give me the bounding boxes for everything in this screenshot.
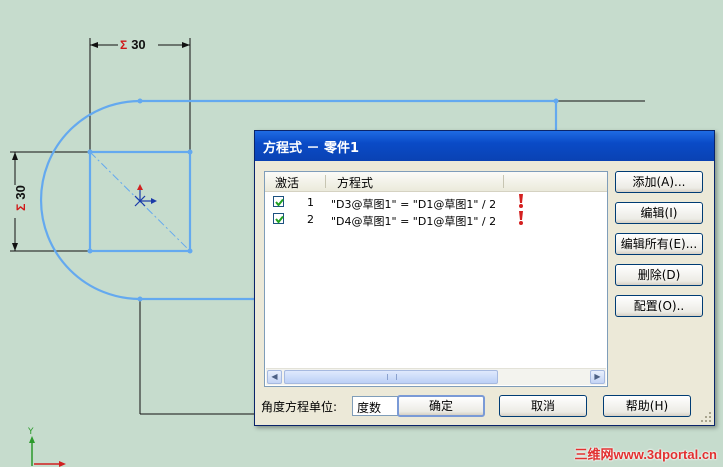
warning-icon — [517, 210, 525, 229]
axis-y-label: Y — [28, 427, 34, 437]
row-index: 2 — [307, 213, 314, 226]
angle-unit-value: 度数 — [357, 401, 382, 415]
check-icon — [275, 198, 284, 207]
equation-row[interactable]: 1 "D3@草图1" = "D1@草图1" / 2 — [265, 194, 607, 211]
watermark: 三维网www.3dportal.cn — [574, 447, 717, 462]
help-button[interactable]: 帮助(H) — [603, 395, 691, 417]
add-button[interactable]: 添加(A)... — [615, 171, 703, 193]
equation-row[interactable]: 2 "D4@草图1" = "D1@草图1" / 2 — [265, 211, 607, 228]
angle-unit-label: 角度方程单位: — [261, 400, 338, 414]
dimension-left[interactable]: Σ 30 — [13, 181, 29, 215]
equations-list[interactable]: 激活 方程式 1 "D3@草图1" = "D1@草图1" / 2 2 "D4@草… — [264, 171, 608, 387]
edit-all-button[interactable]: 编辑所有(E)... — [615, 233, 703, 255]
sigma-icon: Σ — [120, 38, 128, 52]
scroll-right-icon[interactable]: ▶ — [590, 370, 605, 384]
dimension-top[interactable]: Σ 30 — [120, 37, 146, 52]
delete-button[interactable]: 删除(D) — [615, 264, 703, 286]
equation-text: "D3@草图1" = "D1@草图1" / 2 — [331, 198, 497, 211]
active-checkbox[interactable] — [273, 213, 284, 224]
column-header-active[interactable]: 激活 — [275, 174, 299, 191]
column-divider[interactable] — [503, 175, 504, 188]
check-icon — [275, 215, 284, 224]
resize-grip-icon[interactable] — [700, 411, 712, 423]
horizontal-scrollbar[interactable]: ◀ ▶ — [266, 368, 606, 385]
configure-button[interactable]: 配置(O).. — [615, 295, 703, 317]
dialog-title: 方程式 － 零件1 — [263, 140, 360, 156]
equations-dialog: 方程式 － 零件1 激活 方程式 1 "D3@草图1" = "D1@草图1" /… — [254, 130, 715, 426]
scroll-thumb[interactable] — [284, 370, 498, 384]
edit-button[interactable]: 编辑(I) — [615, 202, 703, 224]
scroll-left-icon[interactable]: ◀ — [267, 370, 282, 384]
ok-button[interactable]: 确定 — [397, 395, 485, 417]
dialog-titlebar[interactable]: 方程式 － 零件1 — [255, 131, 714, 161]
sigma-icon: Σ — [14, 203, 28, 211]
list-header: 激活 方程式 — [265, 172, 607, 192]
column-header-equation[interactable]: 方程式 — [337, 174, 373, 191]
row-index: 1 — [307, 196, 314, 209]
column-divider[interactable] — [325, 175, 326, 188]
equation-text: "D4@草图1" = "D1@草图1" / 2 — [331, 215, 497, 228]
cancel-button[interactable]: 取消 — [499, 395, 587, 417]
dimension-left-value: 30 — [13, 185, 28, 200]
active-checkbox[interactable] — [273, 196, 284, 207]
dimension-top-value: 30 — [131, 37, 146, 52]
